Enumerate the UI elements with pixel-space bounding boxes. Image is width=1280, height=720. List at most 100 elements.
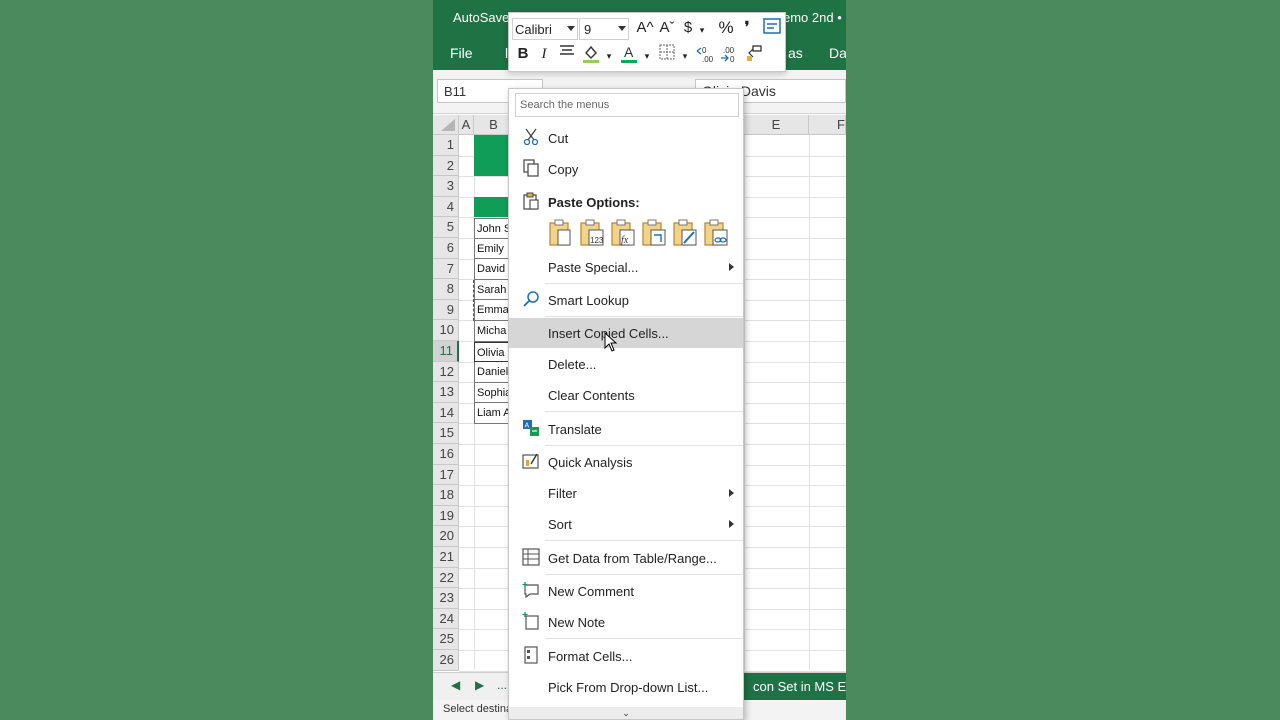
autosave-label[interactable]: AutoSave <box>453 10 509 25</box>
paste-icon[interactable] <box>548 219 574 247</box>
menu-item-pick-from-list[interactable]: Pick From Drop-down List... <box>509 672 743 702</box>
menu-item-get-data[interactable]: Get Data from Table/Range... <box>509 543 743 573</box>
row-header[interactable]: 19 <box>433 505 459 527</box>
table-icon <box>522 548 540 568</box>
column-header-a[interactable]: A <box>459 115 474 135</box>
menu-item-delete[interactable]: Delete... <box>509 349 743 379</box>
menu-item-new-note[interactable]: New Note <box>509 607 743 637</box>
bold-button[interactable]: B <box>515 44 531 66</box>
prev-sheet-icon[interactable]: ◀ <box>451 678 460 692</box>
column-header-e[interactable]: E <box>744 115 809 135</box>
menu-item-copy[interactable]: Copy <box>509 154 743 184</box>
font-color-icon[interactable]: A <box>619 44 639 66</box>
menu-label: Quick Analysis <box>548 455 633 470</box>
menu-item-quick-analysis[interactable]: Quick Analysis <box>509 447 743 477</box>
paste-link-icon[interactable] <box>703 219 729 247</box>
menu-item-sort[interactable]: Sort <box>509 509 743 539</box>
row-header[interactable]: 13 <box>433 382 459 403</box>
row-header[interactable]: 11 <box>433 341 459 362</box>
paste-transpose-icon[interactable] <box>641 219 667 247</box>
row-header[interactable]: 17 <box>433 464 459 486</box>
wrap-text-icon[interactable] <box>761 18 783 40</box>
align-center-icon[interactable] <box>558 44 576 66</box>
chevron-down-icon[interactable]: ▾ <box>680 46 690 68</box>
paste-values-icon[interactable]: 123 <box>579 219 605 247</box>
font-size-value: 9 <box>584 22 592 37</box>
menu-item-cut[interactable]: Cut <box>509 123 743 153</box>
row-header[interactable]: 5 <box>433 217 459 238</box>
row-header[interactable]: 8 <box>433 279 459 300</box>
row-header[interactable]: 3 <box>433 176 459 197</box>
format-painter-icon[interactable] <box>743 44 765 66</box>
borders-icon[interactable] <box>657 44 677 66</box>
menu-scroll-down-button[interactable]: ⌄ <box>509 707 743 719</box>
shrink-font-button[interactable]: Aˇ <box>657 18 677 40</box>
menu-item-translate[interactable]: A Translate <box>509 414 743 444</box>
row-header[interactable]: 7 <box>433 258 459 280</box>
row-header[interactable]: 15 <box>433 423 459 444</box>
row-header[interactable]: 6 <box>433 238 459 259</box>
menu-separator <box>545 316 743 317</box>
menu-item-new-comment[interactable]: New Comment <box>509 576 743 606</box>
row-header[interactable]: 18 <box>433 485 459 506</box>
menu-item-paste-options: Paste Options: <box>509 187 743 217</box>
row-header[interactable]: 9 <box>433 299 459 321</box>
row-header[interactable]: 14 <box>433 402 459 424</box>
copy-marquee <box>473 279 513 321</box>
font-name-box[interactable]: Calibri <box>512 18 578 40</box>
row-header[interactable]: 26 <box>433 650 459 671</box>
menu-item-smart-lookup[interactable]: Smart Lookup <box>509 285 743 315</box>
chevron-down-icon[interactable]: ▾ <box>604 46 614 68</box>
menu-item-paste-special[interactable]: Paste Special... <box>509 252 743 282</box>
menu-search-input[interactable]: Search the menus <box>515 93 739 117</box>
row-header[interactable]: 20 <box>433 526 459 547</box>
grow-font-button[interactable]: A^ <box>635 18 655 40</box>
note-icon <box>522 612 540 632</box>
font-size-box[interactable]: 9 <box>579 18 629 40</box>
tab-formulas-partial[interactable]: as <box>788 45 803 61</box>
paste-formatting-icon[interactable] <box>672 219 698 247</box>
more-sheets-button[interactable]: ... <box>497 678 507 692</box>
menu-item-filter[interactable]: Filter <box>509 478 743 508</box>
italic-button[interactable]: I <box>537 44 551 66</box>
submenu-arrow-icon <box>729 489 734 497</box>
menu-item-clear-contents[interactable]: Clear Contents <box>509 380 743 410</box>
next-sheet-icon[interactable]: ▶ <box>475 678 484 692</box>
svg-text:123: 123 <box>590 236 604 245</box>
row-header[interactable]: 1 <box>433 135 459 156</box>
column-header-f[interactable]: F <box>809 115 846 135</box>
row-header[interactable]: 25 <box>433 629 459 650</box>
row-header[interactable]: 24 <box>433 608 459 630</box>
chevron-down-icon[interactable] <box>618 26 626 31</box>
row-header[interactable]: 10 <box>433 320 459 341</box>
decrease-decimal-icon[interactable]: .00 0 <box>719 44 741 66</box>
tab-data-partial[interactable]: Da <box>829 45 846 61</box>
menu-item-format-cells[interactable]: Format Cells... <box>509 641 743 671</box>
menu-label: Filter <box>548 486 577 501</box>
chevron-down-icon[interactable]: ▾ <box>697 20 707 42</box>
fill-color-icon[interactable] <box>581 44 601 66</box>
submenu-arrow-icon <box>729 520 734 528</box>
row-header[interactable]: 16 <box>433 444 459 465</box>
row-header[interactable]: 12 <box>433 361 459 383</box>
row-header[interactable]: 4 <box>433 196 459 218</box>
svg-text:fx: fx <box>621 235 629 246</box>
chevron-down-icon[interactable]: ▾ <box>642 46 652 68</box>
tab-file[interactable]: File <box>450 45 473 61</box>
select-all-corner[interactable] <box>433 115 459 135</box>
currency-button[interactable]: $ <box>681 18 695 40</box>
menu-label: Get Data from Table/Range... <box>548 551 717 566</box>
increase-decimal-icon[interactable]: 0.00 <box>695 44 717 66</box>
chevron-down-icon[interactable] <box>567 26 575 31</box>
row-header[interactable]: 22 <box>433 567 459 589</box>
percent-button[interactable]: % <box>715 18 737 40</box>
menu-label: Pick From Drop-down List... <box>548 680 709 695</box>
menu-item-insert-copied-cells[interactable]: Insert Copied Cells... <box>509 318 743 348</box>
row-header[interactable]: 2 <box>433 155 459 177</box>
row-header[interactable]: 21 <box>433 547 459 568</box>
row-header[interactable]: 23 <box>433 588 459 609</box>
active-sheet-tab[interactable]: con Set in MS Exc <box>743 673 846 701</box>
menu-label: Clear Contents <box>548 388 635 403</box>
comma-style-button[interactable]: ❜ <box>740 18 754 40</box>
paste-formulas-icon[interactable]: fx <box>610 219 636 247</box>
